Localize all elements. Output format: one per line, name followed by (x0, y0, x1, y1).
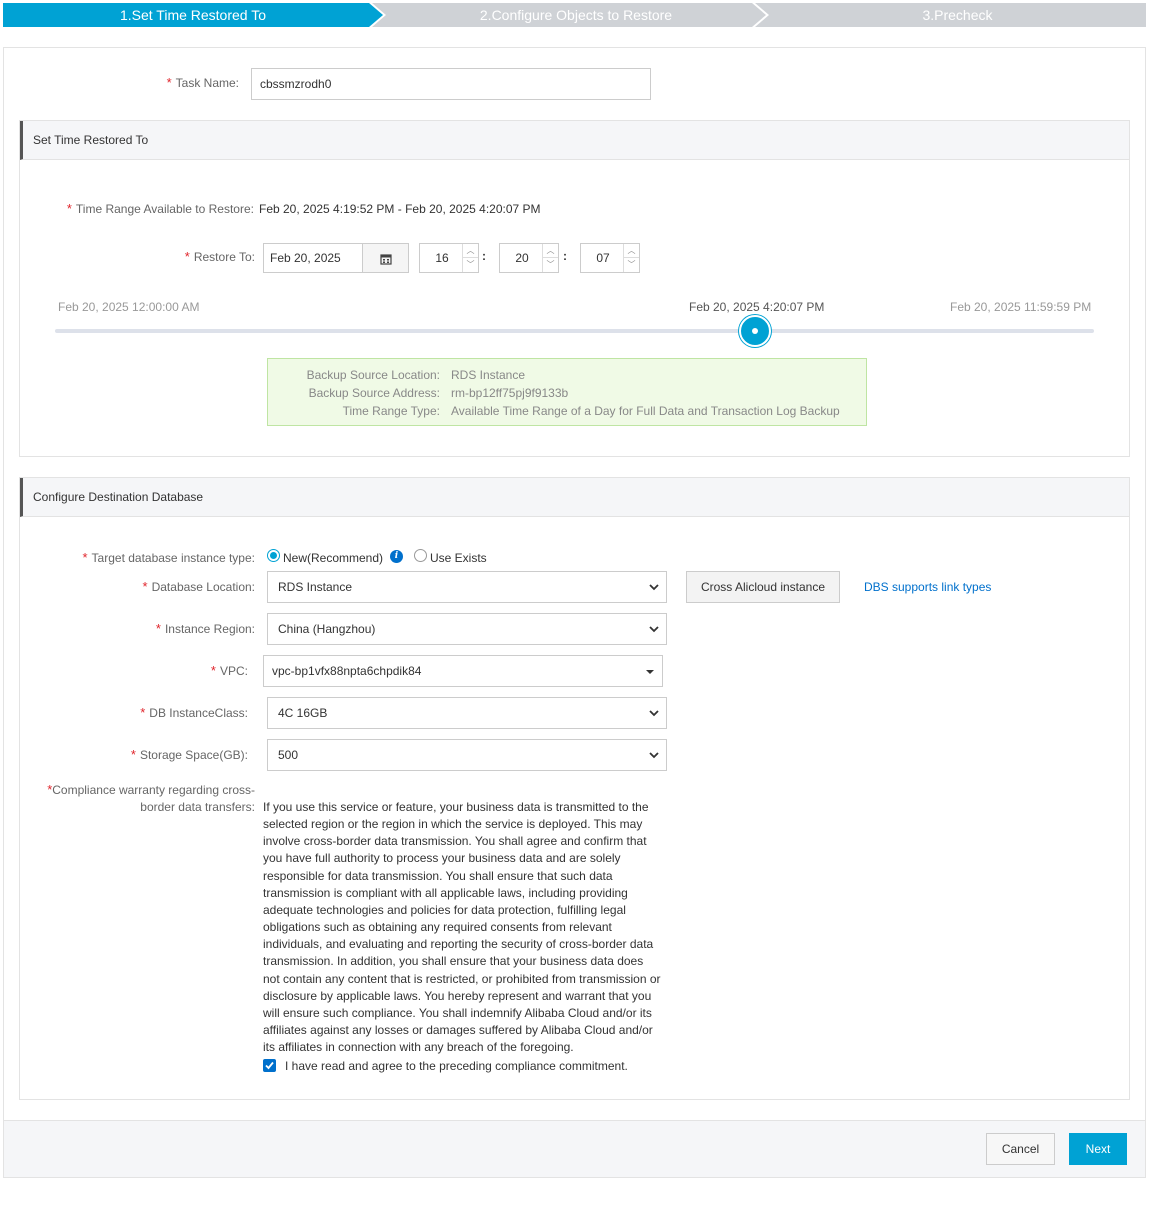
cross-alicloud-button[interactable]: Cross Alicloud instance (686, 571, 840, 603)
vpc-value: vpc-bp1vfx88npta6chpdik84 (272, 664, 422, 678)
restore-to-label: * Restore To: (184, 249, 255, 264)
db-instance-class-value: 4C 16GB (278, 706, 328, 720)
footer-bar (4, 1120, 1145, 1177)
info-value: RDS Instance (451, 368, 526, 382)
time-range-value: Feb 20, 2025 4:19:52 PM - Feb 20, 2025 4… (259, 202, 541, 216)
info-key: Time Range Type: (342, 404, 440, 418)
radio-new-label[interactable]: New(Recommend) (283, 550, 383, 566)
steps-bar: 1.Set Time Restored To 2.Configure Objec… (3, 3, 1146, 27)
info-key: Backup Source Address: (308, 386, 440, 400)
vpc-label: * VPC: (210, 663, 248, 678)
info-key: Backup Source Location: (306, 368, 440, 382)
storage-space-label: * Storage Space(GB): (130, 747, 248, 762)
hour-down-icon[interactable]: ﹀ (463, 258, 478, 272)
step-2: 2.Configure Objects to Restore (479, 7, 673, 23)
hour-stepper[interactable]: 16 ︿ ﹀ (419, 243, 479, 273)
caret-down-icon (646, 670, 654, 674)
agree-checkbox[interactable] (263, 1059, 276, 1072)
minute-up-icon[interactable]: ︿ (543, 244, 558, 258)
restore-date-input[interactable]: Feb 20, 2025 (263, 243, 363, 273)
chevron-down-icon (649, 710, 659, 717)
minute-value: 20 (515, 251, 529, 265)
slider-end-label: Feb 20, 2025 11:59:59 PM (950, 300, 1092, 314)
instance-region-select[interactable]: China (Hangzhou) (267, 613, 667, 645)
hour-value: 16 (435, 251, 449, 265)
time-section-title: Set Time Restored To (20, 121, 1129, 160)
second-stepper[interactable]: 07 ︿ ﹀ (580, 243, 640, 273)
compliance-text: If you use this service or feature, your… (263, 800, 661, 1055)
db-instance-class-label: * DB InstanceClass: (140, 705, 248, 720)
info-icon[interactable]: i (390, 550, 403, 563)
vpc-select[interactable]: vpc-bp1vfx88npta6chpdik84 (263, 655, 663, 687)
step-1: 1.Set Time Restored To (119, 7, 267, 23)
slider-track[interactable] (55, 329, 1094, 333)
colon-2: : (563, 249, 567, 263)
calendar-button[interactable] (362, 243, 409, 273)
calendar-icon (379, 254, 392, 265)
chevron-down-icon (649, 584, 659, 591)
next-button[interactable]: Next (1069, 1133, 1127, 1165)
task-name-label: * Task Name: (166, 75, 239, 90)
database-location-label: * Database Location: (142, 579, 255, 594)
slider-start-label: Feb 20, 2025 12:00:00 AM (58, 300, 200, 314)
radio-use-exists-label[interactable]: Use Exists (430, 550, 487, 566)
info-value: Available Time Range of a Day for Full D… (451, 404, 840, 418)
destination-section-title: Configure Destination Database (20, 478, 1129, 517)
minute-down-icon[interactable]: ﹀ (543, 258, 558, 272)
chevron-down-icon (649, 752, 659, 759)
radio-new[interactable] (267, 549, 280, 562)
instance-region-value: China (Hangzhou) (278, 622, 376, 636)
checkmark-icon (265, 1061, 274, 1070)
backup-info-box: Backup Source Location: RDS Instance Bac… (267, 358, 867, 426)
colon-1: : (482, 249, 486, 263)
minute-stepper[interactable]: 20 ︿ ﹀ (499, 243, 559, 273)
database-location-value: RDS Instance (278, 580, 353, 594)
radio-use-exists[interactable] (414, 549, 427, 562)
second-down-icon[interactable]: ﹀ (624, 258, 639, 272)
database-location-select[interactable]: RDS Instance (267, 571, 667, 603)
cancel-button[interactable]: Cancel (986, 1133, 1055, 1165)
slider-handle-dot (752, 328, 759, 334)
step-3: 3.Precheck (922, 7, 993, 23)
storage-space-value: 500 (278, 748, 299, 762)
instance-region-label: * Instance Region: (155, 621, 255, 636)
second-up-icon[interactable]: ︿ (624, 244, 639, 258)
info-value: rm-bp12ff75pj9f9133b (451, 386, 569, 400)
task-name-input[interactable]: cbssmzrodh0 (251, 68, 651, 100)
agree-label[interactable]: I have read and agree to the preceding c… (285, 1058, 628, 1074)
time-range-label: * Time Range Available to Restore: (66, 201, 254, 216)
compliance-label: *Compliance warranty regarding cross- bo… (47, 782, 255, 814)
storage-space-select[interactable]: 500 (267, 739, 667, 771)
chevron-down-icon (649, 626, 659, 633)
db-instance-class-select[interactable]: 4C 16GB (267, 697, 667, 729)
slider-current-label: Feb 20, 2025 4:20:07 PM (689, 300, 825, 314)
dbs-link-types-link[interactable]: DBS supports link types (864, 579, 991, 595)
instance-type-label: * Target database instance type: (82, 550, 255, 565)
second-value: 07 (596, 251, 610, 265)
hour-up-icon[interactable]: ︿ (463, 244, 478, 258)
